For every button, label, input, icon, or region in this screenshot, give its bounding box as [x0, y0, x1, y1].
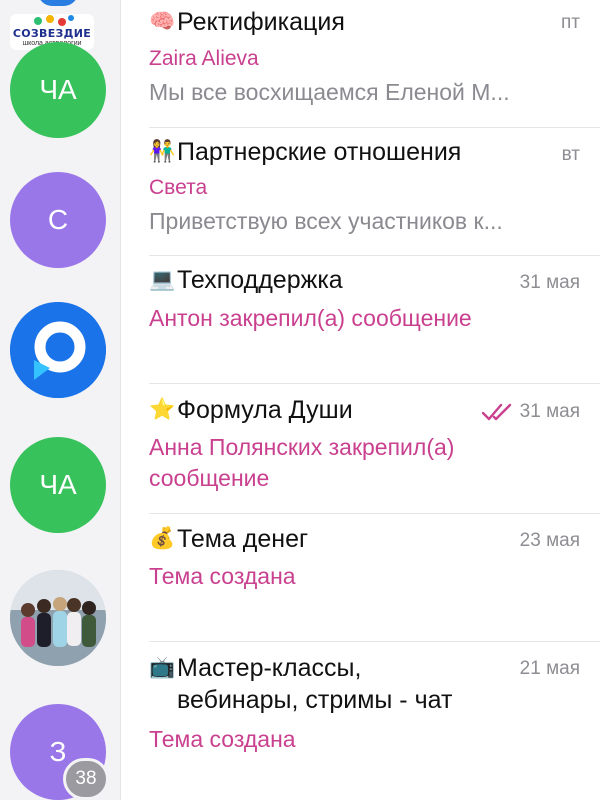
chat-preview: Приветствую всех участников к... — [149, 208, 503, 234]
chat-time-label: вт — [561, 144, 580, 165]
chat-title: 📺 Мастер-классы, вебинары, стримы - чат — [149, 652, 480, 716]
chat-sender: Zaira Alieva — [149, 47, 259, 70]
chat-title: ⭐ Формула Души — [149, 394, 490, 426]
avatar-chat-2[interactable]: С — [10, 172, 106, 268]
chat-time: 31 мая — [481, 401, 580, 423]
chat-list-screen: СОЗВЕЗДИЕ школа астрологии ЧА С ЧА — [0, 0, 600, 800]
avatar-initials: З — [49, 736, 67, 767]
chat-title: 💰 Тема денег — [149, 523, 490, 555]
chat-row-formula-dushi[interactable]: ⭐ Формула Души 31 мая Анна Полянских зак… — [121, 384, 600, 514]
chat-last-action: Анна Полянских закрепил(а) сообщение — [149, 434, 455, 491]
rail-partial-avatar[interactable] — [38, 0, 78, 6]
folder-rail: СОЗВЕЗДИЕ школа астрологии ЧА С ЧА — [0, 0, 121, 800]
chat-time: 21 мая — [520, 658, 580, 680]
chat-row-rektifikatsiya[interactable]: 🧠 Ректификация пт Zaira Alieva Мы все во… — [121, 0, 600, 128]
chat-time-label: пт — [561, 12, 580, 33]
avatar-chat-1[interactable]: ЧА — [10, 42, 106, 138]
star-icon: ⭐ — [149, 398, 176, 421]
money-bag-icon: 💰 — [149, 527, 176, 550]
chat-title: 🧠 Ректификация — [149, 6, 490, 38]
messenger-logo-icon — [10, 302, 106, 398]
chat-last-action: Тема создана — [149, 563, 296, 589]
chat-row-partnerskie[interactable]: 👫 Партнерские отношения вт Света Приветс… — [121, 128, 600, 256]
chat-row-master-klassy[interactable]: 📺 Мастер-классы, вебинары, стримы - чат … — [121, 642, 600, 800]
chat-preview: Мы все восхищаемся Еленой М... — [149, 79, 510, 105]
avatar-chat-4[interactable]: ЧА — [10, 437, 106, 533]
logo-title: СОЗВЕЗДИЕ — [12, 27, 92, 40]
chat-last-action: Тема создана — [149, 726, 296, 752]
chat-name: Мастер-классы, вебинары, стримы - чат — [177, 654, 453, 714]
chat-last-action: Антон закрепил(а) сообщение — [149, 305, 472, 331]
chat-row-tekhpodderzhka[interactable]: 💻 Техподдержка 31 мая Антон закрепил(а) … — [121, 256, 600, 384]
logo-dots-icon — [34, 15, 74, 26]
chat-list: 🧠 Ректификация пт Zaira Alieva Мы все во… — [121, 0, 600, 800]
chat-title: 👫 Партнерские отношения — [149, 136, 490, 168]
avatar-initials: ЧА — [39, 469, 77, 500]
chat-name: Партнерские отношения — [177, 138, 462, 166]
avatar-chat-3[interactable] — [10, 302, 106, 398]
avatar-group-photo[interactable] — [10, 570, 106, 666]
chat-row-tema-deneg[interactable]: 💰 Тема денег 23 мая Тема создана — [121, 514, 600, 642]
laptop-icon: 💻 — [149, 268, 176, 291]
chat-name: Ректификация — [177, 8, 345, 36]
tv-icon: 📺 — [149, 656, 176, 679]
chat-time-label: 21 мая — [519, 658, 580, 679]
chat-name: Формула Души — [177, 396, 353, 424]
chat-time: 31 мая — [520, 272, 580, 294]
chat-sender: Света — [149, 176, 208, 199]
chat-name: Тема денег — [177, 525, 309, 553]
brain-icon: 🧠 — [149, 10, 176, 33]
avatar-initials: ЧА — [39, 74, 77, 105]
chat-time: пт — [561, 12, 580, 34]
group-photo-image — [10, 570, 106, 666]
chat-time-label: 23 мая — [519, 530, 580, 551]
chat-time-label: 31 мая — [519, 272, 580, 293]
chat-time: вт — [562, 144, 580, 166]
chat-time-label: 31 мая — [519, 401, 580, 422]
avatar-initials: С — [47, 204, 69, 235]
chat-name: Техподдержка — [177, 266, 343, 294]
chat-time: 23 мая — [520, 530, 580, 552]
couple-icon: 👫 — [149, 140, 176, 163]
double-check-icon — [481, 403, 511, 421]
chat-title: 💻 Техподдержка — [149, 264, 490, 296]
unread-count-badge: 38 — [63, 758, 109, 800]
